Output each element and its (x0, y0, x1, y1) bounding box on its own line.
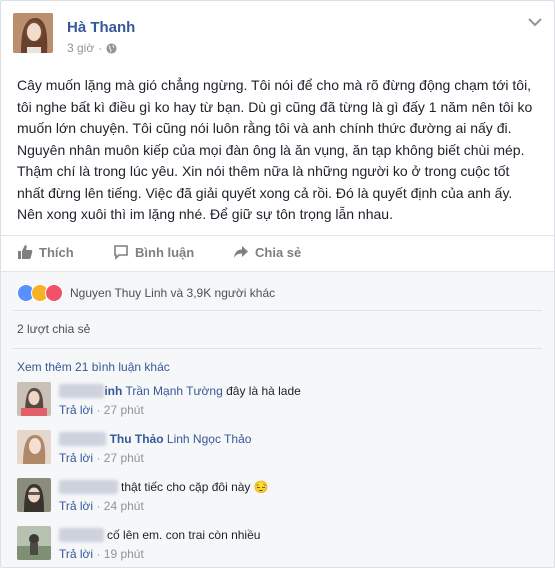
comment-time[interactable]: 19 phút (104, 547, 144, 561)
avatar-photo (13, 13, 53, 53)
post-meta: 3 giờ · (67, 41, 117, 55)
comment-button[interactable]: Bình luận (113, 244, 194, 260)
comment-meta: Trả lời · 27 phút (59, 451, 251, 465)
avatar-photo (17, 478, 51, 512)
avatar-photo (17, 430, 51, 464)
comment-text: đây là hà lade (226, 384, 301, 398)
avatar-photo (17, 382, 51, 416)
comment-bubble-icon (114, 245, 128, 260)
commenter-avatar[interactable] (17, 430, 51, 464)
commenter-avatar[interactable] (17, 526, 51, 560)
dot-separator: · (96, 451, 101, 465)
reactions-summary[interactable]: Nguyen Thuy Linh và 3,9K người khác (17, 284, 275, 302)
dot-separator: · (96, 499, 101, 513)
commenter-name[interactable]: Mai Lan (59, 528, 104, 542)
comment-item: Ngọc Bíinh Trần Mạnh Tường đây là hà lad… (17, 382, 537, 430)
post-card: Hà Thanh 3 giờ · Cây muốn lặng mà gió ch… (0, 0, 555, 568)
share-label: Chia sẻ (255, 244, 302, 260)
comment-meta: Trả lời · 19 phút (59, 547, 260, 561)
dot-separator: · (98, 41, 103, 55)
author-name[interactable]: Hà Thanh (67, 19, 135, 36)
feedback-section: Nguyen Thuy Linh và 3,9K người khác 2 lư… (1, 271, 554, 567)
shares-count[interactable]: 2 lượt chia sẻ (17, 322, 90, 336)
avatar-photo (17, 526, 51, 560)
blurred-name: Ngọc Bí (59, 384, 105, 398)
commenter-name[interactable]: Phương Thu Thảo (59, 432, 164, 446)
post-header: Hà Thanh 3 giờ · (1, 1, 554, 61)
commenter-name[interactable]: Ngọc Bíinh (59, 384, 122, 398)
globe-icon[interactable] (106, 42, 117, 54)
comment-mention[interactable]: Linh Ngọc Thảo (167, 432, 252, 446)
reply-link[interactable]: Trả lời (59, 499, 93, 513)
like-label: Thích (39, 244, 74, 260)
reply-link[interactable]: Trả lời (59, 403, 93, 417)
reaction-icons (17, 284, 63, 302)
reactions-text: Nguyen Thuy Linh và 3,9K người khác (70, 286, 276, 300)
comment-body: Ngọc Bíinh Trần Mạnh Tường đây là hà lad… (59, 384, 301, 417)
comment-item: Phương Thu Thảo Linh Ngọc Thảo Trả lời ·… (17, 430, 537, 478)
share-arrow-icon (234, 246, 248, 258)
post-time[interactable]: 3 giờ (67, 41, 94, 55)
commenter-name[interactable]: Hoàng Thị (59, 480, 118, 494)
share-button[interactable]: Chia sẻ (233, 244, 301, 260)
blurred-name: Phương (59, 432, 107, 446)
comment-time[interactable]: 27 phút (104, 451, 144, 465)
comment-body: Phương Thu Thảo Linh Ngọc Thảo Trả lời ·… (59, 432, 251, 465)
comment-mention[interactable]: Trần Mạnh Tường (125, 384, 222, 398)
comment-item: Hoàng Thị thật tiếc cho cặp đôi này 😔 Tr… (17, 478, 537, 526)
comment-meta: Trả lời · 24 phút (59, 499, 269, 513)
comment-item: Mai Lan cố lên em. con trai còn nhiều Tr… (17, 526, 537, 567)
reply-link[interactable]: Trả lời (59, 547, 93, 561)
author-avatar[interactable] (13, 13, 53, 53)
like-button[interactable]: Thích (17, 244, 74, 260)
commenter-name-text: inh (104, 384, 123, 398)
reply-link[interactable]: Trả lời (59, 451, 93, 465)
blurred-name: Mai Lan (59, 528, 104, 542)
comment-body: Hoàng Thị thật tiếc cho cặp đôi này 😔 Tr… (59, 480, 269, 513)
divider (13, 310, 542, 311)
blurred-name: Hoàng Thị (59, 480, 118, 494)
post-actions-bar: Thích Bình luận Chia sẻ (1, 235, 554, 272)
view-more-comments-link[interactable]: Xem thêm 21 bình luận khác (17, 360, 170, 374)
comment-body: Mai Lan cố lên em. con trai còn nhiều Tr… (59, 528, 260, 561)
love-reaction-icon (45, 284, 63, 302)
comment-label: Bình luận (135, 244, 195, 260)
chevron-down-icon[interactable] (528, 17, 542, 27)
comment-meta: Trả lời · 27 phút (59, 403, 301, 417)
comment-time[interactable]: 27 phút (104, 403, 144, 417)
comment-text: cố lên em. con trai còn nhiều (107, 528, 261, 542)
commenter-avatar[interactable] (17, 382, 51, 416)
comment-text: thật tiếc cho cặp đôi này 😔 (121, 480, 269, 494)
commenter-name-text: Thu Thảo (109, 432, 164, 446)
dot-separator: · (96, 403, 101, 417)
commenter-avatar[interactable] (17, 478, 51, 512)
comment-time[interactable]: 24 phút (104, 499, 144, 513)
dot-separator: · (96, 547, 101, 561)
post-body-text: Cây muốn lặng mà gió chẳng ngừng. Tôi nó… (17, 77, 533, 222)
divider (13, 348, 542, 349)
thumbs-up-icon (18, 245, 33, 259)
